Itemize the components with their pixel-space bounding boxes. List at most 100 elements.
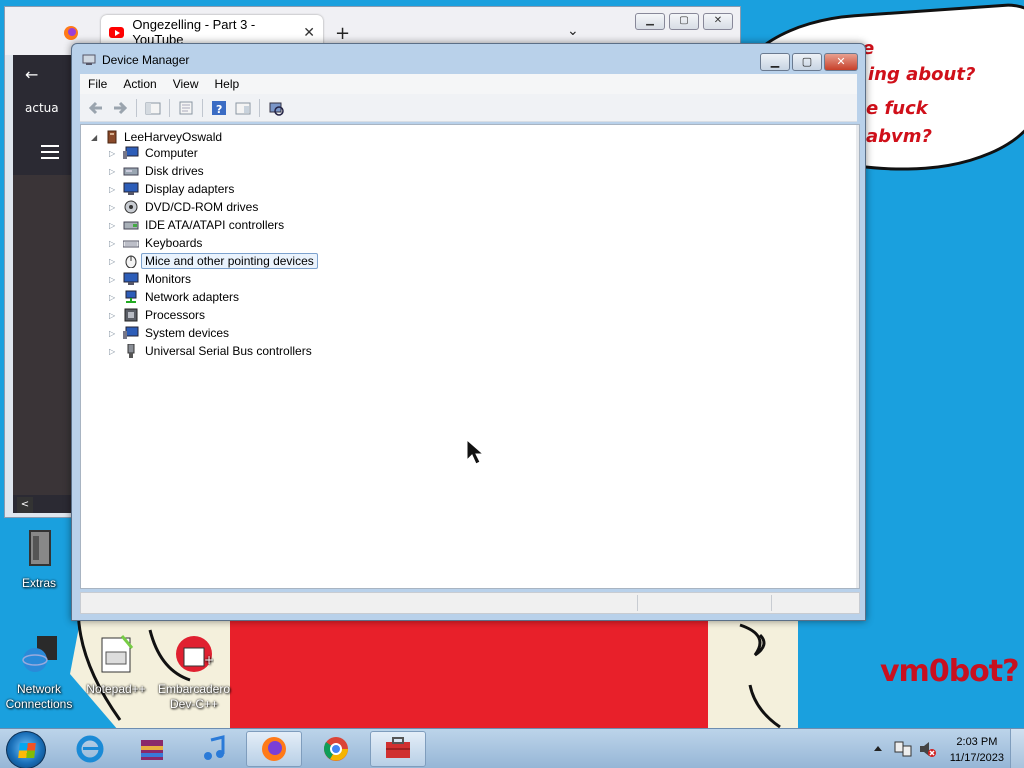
tree-scrollbar[interactable] xyxy=(856,125,859,588)
clock-time: 2:03 PM xyxy=(956,736,998,748)
desktop-icon-network[interactable]: Network Connections xyxy=(1,634,77,712)
menu-bar: File Action View Help xyxy=(80,74,857,94)
help-icon: ? xyxy=(212,100,226,116)
expand-arrow-icon[interactable]: ▷ xyxy=(109,275,119,284)
network-adapter-icon xyxy=(125,290,137,303)
scroll-left-button[interactable]: < xyxy=(17,497,33,513)
wallpaper-red-shape xyxy=(225,618,715,730)
monitor-icon xyxy=(123,272,139,285)
taskbar-firefox[interactable] xyxy=(246,731,302,767)
menu-view[interactable]: View xyxy=(173,77,199,91)
clock[interactable]: 2:03 PM 11/17/2023 xyxy=(950,734,1004,766)
expand-arrow-icon[interactable]: ▷ xyxy=(109,239,119,248)
desktop-icon-extras[interactable]: Extras xyxy=(1,528,77,591)
scan-hardware-icon xyxy=(269,102,284,116)
maximize-button[interactable]: ▢ xyxy=(669,13,699,30)
taskbar-chrome[interactable] xyxy=(308,731,364,767)
device-manager-window[interactable]: Device Manager ▁ ▢ ✕ File Action View He… xyxy=(71,43,866,621)
maximize-button[interactable]: ▢ xyxy=(792,53,822,71)
menu-action[interactable]: Action xyxy=(123,77,156,91)
computer-icon xyxy=(123,146,139,159)
notepad-icon xyxy=(101,635,134,673)
toolbar-separator xyxy=(136,98,137,117)
desktop-icon-notepadpp[interactable]: Notepad++ xyxy=(78,634,154,697)
desktop-icon-label: Embarcadero Dev-C++ xyxy=(157,682,231,711)
hamburger-menu-icon[interactable] xyxy=(41,145,59,159)
desktop-icon-devcpp[interactable]: + Embarcadero Dev-C++ xyxy=(156,634,232,712)
start-button[interactable] xyxy=(6,731,46,768)
back-arrow-icon xyxy=(88,101,102,114)
expand-arrow-icon[interactable]: ▷ xyxy=(109,329,119,338)
status-divider xyxy=(637,595,638,611)
tree-category-disk-drives[interactable]: ▷ Disk drives xyxy=(109,162,204,180)
category-label: Keyboards xyxy=(145,236,203,250)
ide-icon xyxy=(123,221,139,230)
new-tab-button[interactable]: + xyxy=(335,23,350,44)
dvd-icon xyxy=(124,200,138,214)
show-hide-console-tree-button[interactable] xyxy=(143,99,163,117)
title-bar: Device Manager xyxy=(82,53,189,67)
menu-help[interactable]: Help xyxy=(215,77,240,91)
firefox-icon xyxy=(262,737,286,761)
taskbar-itunes[interactable] xyxy=(186,731,242,767)
tree-category-usb-controllers[interactable]: ▷ Universal Serial Bus controllers xyxy=(109,342,312,360)
taskbar-device-manager[interactable] xyxy=(370,731,426,767)
minimize-button[interactable]: ▁ xyxy=(635,13,665,30)
collapse-arrow-icon[interactable]: ◢ xyxy=(91,133,101,142)
show-desktop-button[interactable] xyxy=(1010,729,1024,768)
view-button[interactable] xyxy=(233,99,253,117)
processor-icon xyxy=(124,308,138,322)
taskbar-winrar[interactable] xyxy=(124,731,180,767)
wallpaper-doodle-right xyxy=(739,623,781,729)
network-tray-icon[interactable] xyxy=(894,740,912,758)
firefox-page-content xyxy=(13,175,79,495)
close-button[interactable]: ✕ xyxy=(824,53,858,71)
tree-category-dvd-drives[interactable]: ▷ DVD/CD-ROM drives xyxy=(109,198,258,216)
expand-arrow-icon[interactable]: ▷ xyxy=(109,257,119,266)
back-button[interactable]: ← xyxy=(25,65,38,84)
taskbar-internet-explorer[interactable] xyxy=(62,731,118,767)
folder-icon xyxy=(29,530,51,566)
tree-category-monitors[interactable]: ▷ Monitors xyxy=(109,270,191,288)
status-bar xyxy=(80,592,860,614)
forward-button[interactable] xyxy=(110,99,130,117)
show-hidden-icons-icon[interactable] xyxy=(874,745,882,751)
forward-arrow-icon xyxy=(114,101,128,114)
back-button[interactable] xyxy=(86,99,106,117)
volume-muted-icon[interactable] xyxy=(918,740,936,758)
tab-close-button[interactable]: ✕ xyxy=(303,24,315,41)
root-label: LeeHarveyOswald xyxy=(124,130,223,144)
tree-root-node[interactable]: ◢ LeeHarveyOswald xyxy=(91,130,222,144)
expand-arrow-icon[interactable]: ▷ xyxy=(109,221,119,230)
help-button[interactable]: ? xyxy=(209,99,229,117)
tree-category-mice[interactable]: ▷ Mice and other pointing devices xyxy=(109,252,318,270)
tree-category-keyboards[interactable]: ▷ Keyboards xyxy=(109,234,202,252)
devcpp-icon: + xyxy=(176,636,214,672)
tree-category-network-adapters[interactable]: ▷ Network adapters xyxy=(109,288,239,306)
tree-category-ide-controllers[interactable]: ▷ IDE ATA/ATAPI controllers xyxy=(109,216,284,234)
minimize-button[interactable]: ▁ xyxy=(760,53,790,71)
expand-arrow-icon[interactable]: ▷ xyxy=(109,293,119,302)
category-label: Display adapters xyxy=(145,182,235,196)
tab-list-button[interactable]: ⌄ xyxy=(567,23,579,39)
properties-button[interactable] xyxy=(176,99,196,117)
expand-arrow-icon[interactable]: ▷ xyxy=(109,347,119,356)
scan-hardware-button[interactable] xyxy=(266,99,286,117)
status-divider xyxy=(771,595,772,611)
firefox-icon xyxy=(64,26,78,40)
system-icon xyxy=(123,326,139,339)
expand-arrow-icon[interactable]: ▷ xyxy=(109,149,119,158)
close-button[interactable]: ✕ xyxy=(703,13,733,30)
mouse-icon xyxy=(125,255,137,268)
toolbar-separator xyxy=(259,98,260,117)
tree-category-computer[interactable]: ▷ Computer xyxy=(109,144,198,162)
expand-arrow-icon[interactable]: ▷ xyxy=(109,185,119,194)
category-label: IDE ATA/ATAPI controllers xyxy=(145,218,285,232)
expand-arrow-icon[interactable]: ▷ xyxy=(109,167,119,176)
tree-category-display-adapters[interactable]: ▷ Display adapters xyxy=(109,180,234,198)
menu-file[interactable]: File xyxy=(88,77,107,91)
expand-arrow-icon[interactable]: ▷ xyxy=(109,203,119,212)
expand-arrow-icon[interactable]: ▷ xyxy=(109,311,119,320)
tree-category-system-devices[interactable]: ▷ System devices xyxy=(109,324,229,342)
tree-category-processors[interactable]: ▷ Processors xyxy=(109,306,205,324)
